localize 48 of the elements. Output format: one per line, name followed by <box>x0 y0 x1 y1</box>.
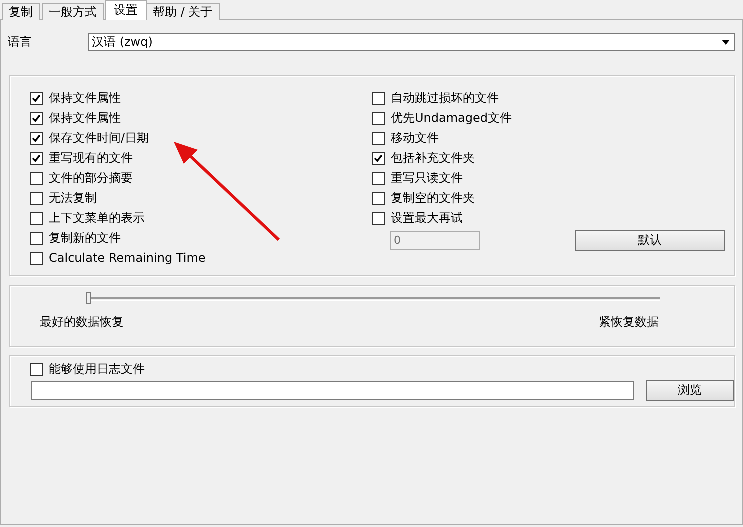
checkbox-label: 包括补充文件夹 <box>391 150 475 166</box>
default-button[interactable]: 默认 <box>575 230 725 251</box>
checkbox-label: 保持文件属性 <box>49 90 121 106</box>
recovery-slider[interactable] <box>86 292 662 306</box>
checkbox[interactable] <box>372 92 385 104</box>
checkbox[interactable] <box>372 172 385 184</box>
checkbox[interactable] <box>372 192 385 204</box>
checkbox-label: 自动跳过损坏的文件 <box>391 90 499 106</box>
language-label: 语言 <box>8 34 33 50</box>
tab[interactable]: 设置 <box>105 0 147 20</box>
checkbox[interactable] <box>30 112 43 124</box>
language-dropdown[interactable]: 汉语 (zwq) <box>88 33 735 51</box>
checkbox-label: 保存文件时间/日期 <box>49 130 150 146</box>
slider-min-label: 最好的数据恢复 <box>40 314 124 331</box>
checkbox-label: 文件的部分摘要 <box>49 170 133 186</box>
checkbox[interactable] <box>30 172 43 184</box>
log-path-field[interactable] <box>31 381 634 400</box>
tab[interactable]: 一般方式 <box>42 3 104 20</box>
checkbox[interactable] <box>372 152 385 164</box>
checkbox[interactable] <box>30 192 43 204</box>
slider-max-label: 紧恢复数据 <box>599 314 659 331</box>
checkbox[interactable] <box>372 132 385 144</box>
checkbox[interactable] <box>30 132 43 144</box>
checkbox[interactable] <box>30 92 43 104</box>
checkbox[interactable] <box>30 212 43 224</box>
checkbox-label: 移动文件 <box>391 130 439 146</box>
checkbox-label: 能够使用日志文件 <box>49 360 145 378</box>
browse-button[interactable]: 浏览 <box>646 380 734 401</box>
checkbox[interactable] <box>30 362 43 376</box>
checkbox-label: 无法复制 <box>49 190 97 206</box>
checkbox-label: 复制新的文件 <box>49 230 121 246</box>
checkbox-label: 保持文件属性 <box>49 110 121 126</box>
checkbox-label: 重写现有的文件 <box>49 150 133 166</box>
tab[interactable]: 帮助 / 关于 <box>146 3 220 20</box>
tab[interactable]: 复制 <box>2 3 40 20</box>
dropdown-arrow-icon <box>721 38 731 46</box>
checkbox[interactable] <box>30 252 43 264</box>
checkbox-label: 设置最大再试 <box>391 210 463 226</box>
checkbox[interactable] <box>372 112 385 124</box>
checkbox-label: Calculate Remaining Time <box>49 251 206 265</box>
checkbox-label: 优先Undamaged文件 <box>391 110 512 126</box>
checkbox-label: 上下文菜单的表示 <box>49 210 145 226</box>
checkbox-label: 重写只读文件 <box>391 170 463 186</box>
checkbox[interactable] <box>372 212 385 224</box>
slider-thumb[interactable] <box>86 292 91 304</box>
checkbox[interactable] <box>30 152 43 164</box>
checkbox[interactable] <box>30 232 43 244</box>
checkbox-label: 复制空的文件夹 <box>391 190 475 206</box>
